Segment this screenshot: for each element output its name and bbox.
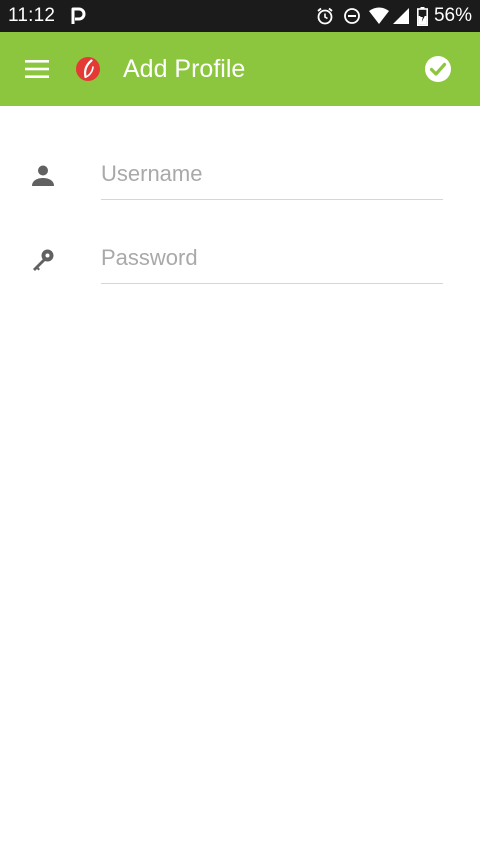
username-input[interactable] — [101, 151, 443, 200]
status-bar: 11:12 56% — [0, 0, 480, 32]
app-logo-icon — [75, 56, 101, 82]
parking-app-icon — [70, 7, 86, 30]
password-input[interactable] — [101, 235, 443, 284]
wifi-icon — [368, 7, 390, 30]
menu-button[interactable] — [22, 55, 52, 83]
alarm-icon — [316, 7, 334, 30]
battery-icon — [417, 7, 428, 31]
cell-signal-icon — [393, 7, 410, 30]
page-title: Add Profile — [123, 55, 246, 83]
do-not-disturb-icon — [343, 7, 361, 30]
menu-icon — [25, 60, 49, 78]
save-profile-button[interactable] — [424, 55, 452, 83]
status-time: 11:12 — [8, 5, 56, 26]
password-row — [0, 229, 480, 289]
username-row — [0, 145, 480, 205]
person-icon — [30, 163, 56, 189]
app-bar: Add Profile — [0, 32, 480, 106]
key-icon — [30, 247, 56, 273]
battery-percentage: 56% — [433, 5, 472, 26]
check-circle-icon — [425, 56, 451, 82]
